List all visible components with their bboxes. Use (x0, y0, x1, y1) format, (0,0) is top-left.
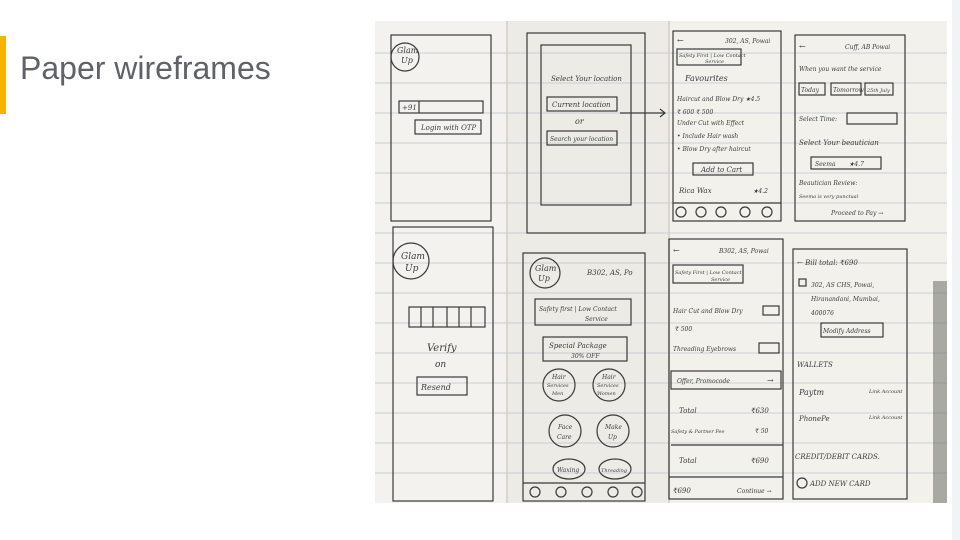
fee-label: Safety & Partner Fee (671, 429, 725, 435)
category-label: Hair (601, 374, 617, 381)
link-account: Link Account (868, 389, 903, 395)
fav-heading: Favourites (684, 74, 728, 83)
category-label: Threading (601, 468, 627, 474)
fav-badge: Service (705, 59, 724, 65)
home-badge: Safety first | Low Contact (539, 306, 617, 313)
fav-line: Haircut and Blow Dry ★4.5 (676, 96, 760, 103)
booking-question: When you want the service (799, 66, 882, 73)
add-card-label: ADD NEW CARD (809, 480, 871, 488)
cart-badge: Service (711, 277, 730, 283)
fav-line: Under Cut with Effect (677, 120, 745, 127)
location-heading: Select Your location (551, 75, 622, 83)
logo-text: Up (401, 56, 413, 65)
offer-promocode: Offer, Promocode (677, 378, 730, 385)
modify-address: Modify Address (822, 328, 871, 335)
day-tomorrow: Tomorrow (833, 87, 865, 94)
slide-edge (952, 0, 960, 540)
logo-text: Glam (397, 46, 419, 55)
category-label: Women (597, 391, 616, 397)
category-label: Waxing (557, 467, 579, 474)
resend-label: Resend (420, 383, 451, 392)
package-offer: 30% OFF (571, 353, 600, 360)
verify-on: on (435, 360, 446, 370)
paytm-label: Paytm (798, 388, 825, 397)
category-label: Hair (551, 374, 567, 381)
cart-badge: Safety First | Low Contact (675, 270, 743, 276)
photo-shadow (933, 281, 947, 503)
phone-prefix: +91 (402, 104, 417, 112)
beautician-rating: ★4.7 (849, 161, 864, 168)
verify-text: Verify (427, 343, 457, 354)
review-heading: Beautician Review: (798, 180, 857, 187)
continue-button-label: Continue → (737, 488, 772, 495)
wallets-heading: WALLETS (797, 361, 833, 369)
cart-address: B302, AS, Powai (718, 248, 769, 255)
fav-line: ₹ 600 ₹ 500 (677, 109, 713, 116)
category-label: Services (597, 383, 619, 389)
category-label: Make (604, 424, 622, 431)
day-today: Today (801, 87, 820, 94)
category-label: Men (551, 391, 563, 397)
sketch-text: ← (799, 42, 806, 51)
rica-rating: ★4.2 (753, 188, 768, 195)
sketch-text: ← (677, 36, 684, 45)
day-date: 25th July (866, 88, 890, 94)
category-label: Services (547, 383, 569, 389)
footer-amount: ₹690 (673, 487, 691, 495)
phonepe-label: PhonePe (798, 415, 830, 423)
add-to-cart-label: Add to Cart (700, 166, 742, 174)
fav-line: • Include Hair wash (677, 133, 738, 140)
current-location: Current location (552, 101, 611, 109)
wireframe-sketch-svg: Glam Up +91 Login with OTP Select Your l… (375, 21, 947, 503)
address-line: 400076 (810, 310, 834, 317)
category-label: Face (557, 424, 573, 431)
address-line: Hiranandani, Mumbai, (810, 296, 880, 303)
proceed-to-pay: Proceed to Pay → (830, 210, 883, 217)
fav-address: 302, AS, Powai (725, 38, 770, 45)
category-label: Up (608, 434, 617, 441)
beautician-name: Seema (815, 161, 836, 168)
review-text: Seema is very punctual (799, 194, 859, 200)
cart-item: Threading Eyebrows (673, 346, 736, 353)
booking-address: Cuff, AB Powai (845, 44, 890, 51)
package-title: Special Package (549, 342, 607, 350)
slide-title: Paper wireframes (20, 50, 271, 86)
otp-button-label: Login with OTP (420, 124, 477, 132)
fee-value: ₹ 50 (755, 428, 769, 435)
select-time: Select Time: (799, 116, 837, 123)
cart-item: Hair Cut and Blow Dry (672, 308, 743, 315)
wireframe-photo: Glam Up +91 Login with OTP Select Your l… (375, 21, 947, 503)
total-value: ₹630 (751, 407, 769, 415)
sketch-text: → (767, 376, 774, 385)
or-text: or (575, 117, 585, 126)
bill-total: ← Bill total: ₹690 (797, 259, 858, 267)
logo-text: Up (405, 264, 419, 274)
cart-item-price: ₹ 500 (675, 326, 692, 333)
logo-text: Up (538, 274, 550, 283)
grand-total-label: Total (679, 457, 697, 465)
logo-text: Glam (401, 252, 425, 262)
home-address: B302, AS, Po (586, 269, 633, 277)
cards-heading: CREDIT/DEBIT CARDS. (795, 453, 880, 461)
search-location: Search your location (550, 136, 613, 143)
link-account: Link Account (868, 415, 903, 421)
address-line: 302, AS CHS, Powai, (811, 282, 874, 289)
rica-wax: Rica Wax (678, 187, 712, 195)
grand-total-value: ₹690 (751, 457, 769, 465)
logo-text: Glam (535, 264, 557, 273)
title-accent-bar (0, 36, 6, 114)
total-label: Total (679, 407, 697, 415)
category-label: Care (557, 434, 572, 441)
paper-left (375, 21, 507, 503)
fav-line: • Blow Dry after haircut (677, 146, 751, 153)
sketch-text: ← (673, 246, 680, 255)
beautician-heading: Select Your beautician (799, 139, 879, 147)
home-badge: Service (585, 316, 608, 323)
